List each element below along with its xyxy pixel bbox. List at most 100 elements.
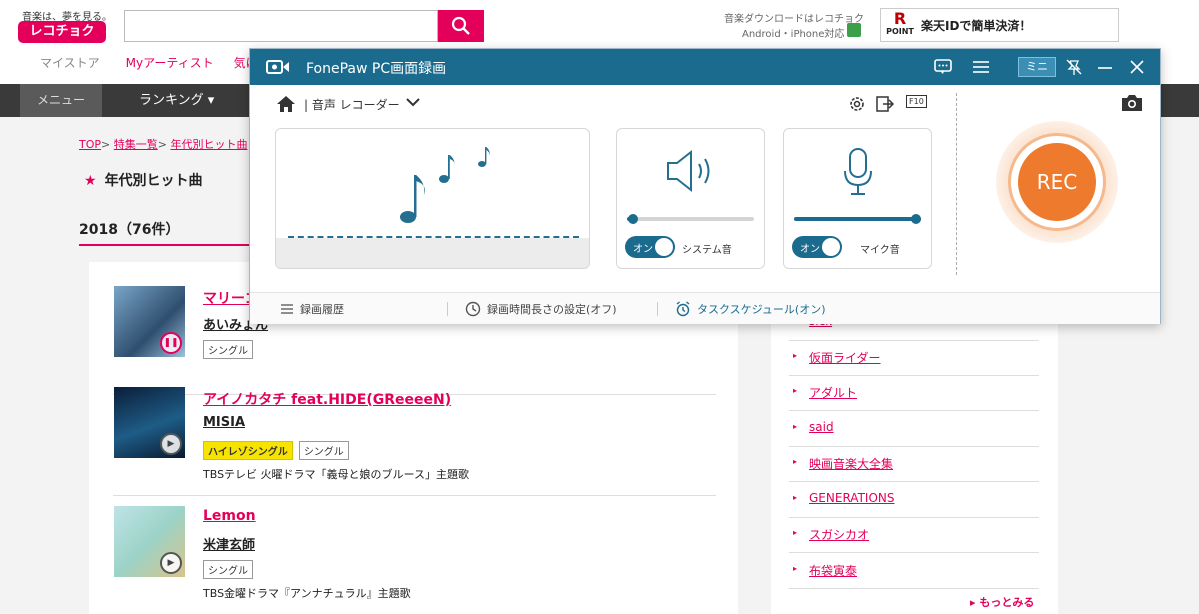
breadcrumb-current[interactable]: 年代別ヒット曲 [170, 138, 247, 151]
arrow-icon: ▸ [793, 493, 798, 502]
mode-selector[interactable]: | 音声 レコーダー [304, 96, 400, 113]
list-item[interactable]: ▸ 仮面ライダー [789, 341, 1039, 376]
list-item[interactable]: ▸ said [789, 412, 1039, 447]
track-title[interactable]: アイノカタチ feat.HIDE(GReeeeN) [203, 389, 451, 409]
arrow-icon: ▸ [793, 528, 798, 537]
system-sound-card: オン システム音 [616, 128, 765, 269]
arrow-icon: ▸ [793, 422, 798, 431]
list-item: ▶ Lemon 米津玄師 シングル TBS金曜ドラマ『アンナチュラル』主題歌 [113, 496, 716, 614]
hotkey-badge[interactable]: F10 [906, 95, 927, 108]
gear-icon[interactable] [848, 95, 866, 113]
minimize-icon [1098, 67, 1112, 69]
list-item[interactable]: ▸ 映画音楽大全集 [789, 447, 1039, 482]
minimize-button[interactable] [1094, 57, 1116, 77]
nav-menu[interactable]: メニュー [20, 84, 102, 117]
feedback-button[interactable] [932, 57, 954, 77]
play-icon[interactable]: ▶ [160, 433, 182, 455]
track-title[interactable]: Lemon [203, 508, 256, 524]
mic-label: マイク音 [860, 245, 900, 256]
rakuten-text: 楽天IDで簡単決済！ [921, 19, 1032, 33]
tag-single: シングル [203, 560, 253, 579]
chat-icon [934, 59, 952, 74]
page-title: ★ 年代別ヒット曲 [84, 173, 203, 189]
track-artist[interactable]: 米津玄師 [203, 534, 255, 553]
history-button[interactable]: 録画履歴 [280, 301, 344, 317]
recorder-footer: 録画履歴 録画時間長さの設定(オフ) タスクスケジュール(オン) [250, 292, 1160, 324]
rec-glow: REC [996, 121, 1118, 243]
camera-logo-icon [266, 60, 289, 74]
app-title: FonePaw PC画面録画 [306, 61, 447, 77]
rec-button[interactable]: REC [1018, 143, 1096, 221]
track-tie-in: TBS金曜ドラマ『アンナチュラル』主題歌 [203, 587, 411, 600]
close-icon [1130, 60, 1144, 74]
timer-icon [465, 301, 481, 317]
list-item[interactable]: ▸ アダルト [789, 376, 1039, 411]
list-item: ▶ アイノカタチ feat.HIDE(GReeeeN) MISIA ハイレゾシン… [113, 377, 716, 496]
system-volume-slider[interactable] [627, 214, 754, 224]
task-schedule-button[interactable]: タスクスケジュール(オン) [675, 301, 825, 317]
divider [956, 93, 957, 275]
card-footer [276, 238, 589, 268]
subnav-myartist[interactable]: Myアーティスト [126, 54, 214, 74]
subnav-mystore[interactable]: マイストア [40, 54, 100, 74]
list-item[interactable]: ▸ スガシカオ [789, 518, 1039, 553]
export-icon[interactable] [876, 95, 894, 113]
arrow-icon: ▸ [793, 457, 798, 466]
music-notes-icon [400, 147, 490, 223]
play-icon[interactable]: ▶ [160, 552, 182, 574]
year-heading: 2018（76件） [79, 222, 180, 238]
list-item[interactable]: ▸ 布袋寅泰 [789, 554, 1039, 589]
rec-ring: REC [1008, 133, 1106, 231]
alarm-clock-icon [676, 301, 690, 317]
system-volume-knob[interactable] [628, 214, 639, 224]
track-thumbnail[interactable]: ▶ [114, 387, 185, 458]
duration-setting-button[interactable]: 録画時間長さの設定(オフ) [465, 301, 617, 317]
rakuten-point-icon: R POINT [886, 9, 914, 37]
search-button[interactable] [438, 10, 484, 42]
breadcrumb-features[interactable]: 特集一覧 [114, 138, 158, 151]
arrow-icon: ▸ [793, 564, 798, 573]
mini-mode-button[interactable]: ミニ [1018, 57, 1056, 77]
tag-single: シングル [203, 340, 253, 359]
site-logo[interactable]: レコチョク [18, 21, 106, 43]
fonepaw-window: FonePaw PC画面録画 ミニ | 音声 レコーダー F10 オン システム… [249, 48, 1161, 324]
tag-single: シングル [298, 441, 349, 460]
mic-toggle[interactable]: オン [792, 236, 842, 258]
home-icon[interactable] [276, 95, 296, 113]
divider [447, 302, 448, 316]
breadcrumb-top[interactable]: TOP [79, 138, 101, 151]
android-icon [847, 23, 861, 37]
star-icon: ★ [84, 173, 97, 189]
track-thumbnail[interactable]: ▶ [114, 506, 185, 577]
download-text: 音楽ダウンロードはレコチョク [724, 14, 864, 25]
chevron-down-icon[interactable] [406, 97, 420, 107]
search-input[interactable] [124, 10, 438, 42]
list-item[interactable]: ▸ GENERATIONS [789, 483, 1039, 518]
speaker-icon [667, 149, 710, 193]
mic-volume-slider[interactable] [794, 214, 921, 224]
recorder-toolbar: | 音声 レコーダー F10 [250, 85, 1160, 121]
music-visual-card [275, 128, 590, 269]
mic-card: オン マイク音 [783, 128, 932, 269]
menu-button[interactable] [970, 57, 992, 77]
pin-button[interactable] [1062, 57, 1086, 77]
rakuten-banner[interactable]: R POINT 楽天IDで簡単決済！ [880, 8, 1119, 42]
close-button[interactable] [1126, 57, 1148, 77]
search-icon [451, 16, 470, 35]
arrow-icon: ▸ [793, 351, 798, 360]
track-artist[interactable]: MISIA [203, 415, 245, 430]
pause-icon[interactable]: ❚❚ [160, 332, 182, 354]
list-icon [281, 304, 293, 314]
more-link[interactable]: ▸ もっとみる [970, 594, 1034, 610]
fonepaw-titlebar[interactable]: FonePaw PC画面録画 ミニ [250, 49, 1160, 85]
nav-ranking[interactable]: ランキング ▾ [139, 84, 214, 117]
hamburger-icon [973, 61, 989, 73]
download-sub: Android・iPhone対応 [742, 29, 845, 40]
divider [657, 302, 658, 316]
mic-volume-knob[interactable] [911, 214, 921, 224]
year-underline [79, 244, 251, 246]
system-sound-toggle[interactable]: オン [625, 236, 675, 258]
screenshot-camera-icon[interactable] [1120, 93, 1144, 113]
sub-nav: マイストア Myアーティスト 気に [0, 54, 258, 74]
track-thumbnail[interactable]: ❚❚ [114, 286, 185, 357]
